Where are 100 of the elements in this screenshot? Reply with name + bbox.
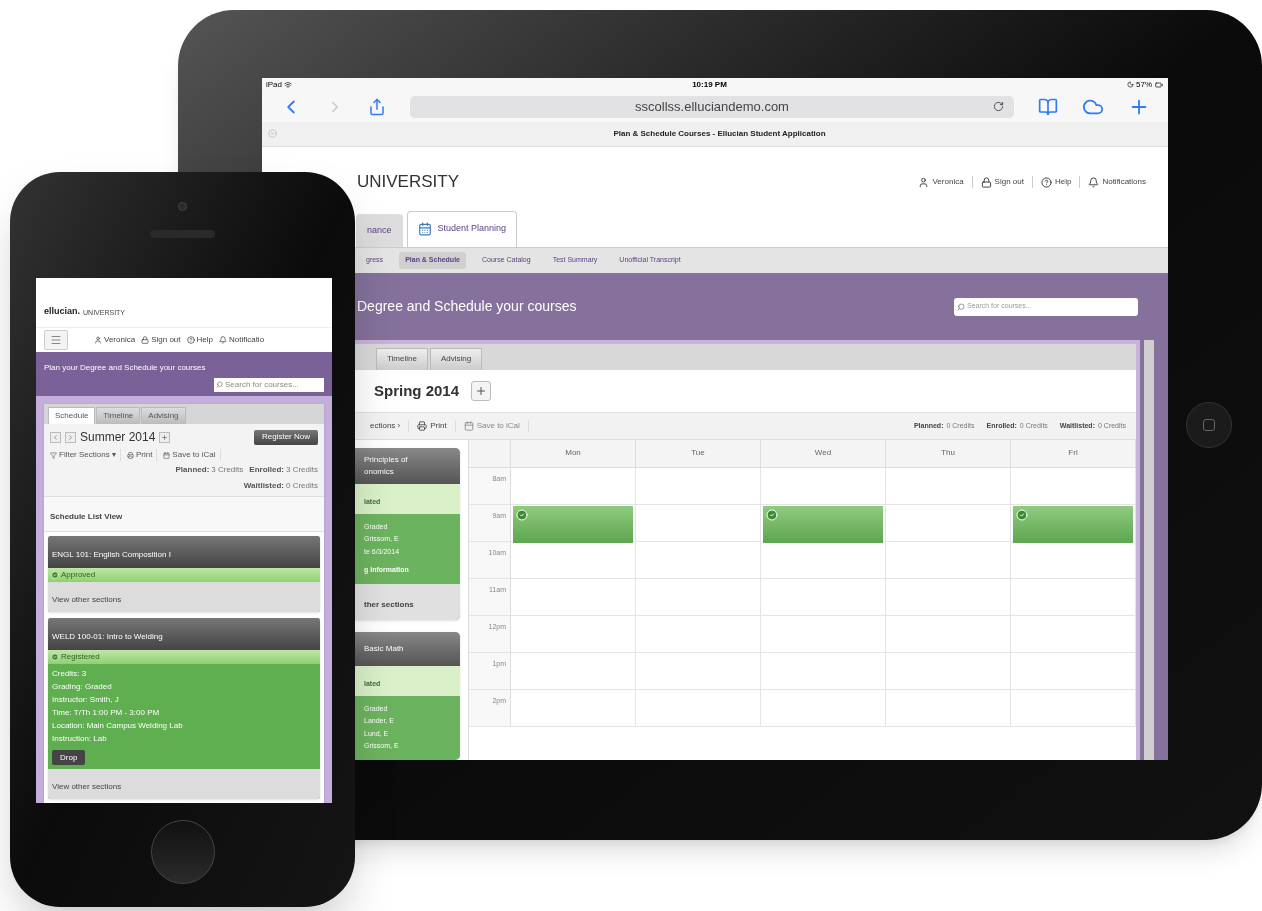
plus-icon: [161, 433, 169, 441]
check-icon: [1016, 509, 1028, 521]
course-detail: Time: T/Th 1:00 PM - 3:00 PM: [52, 707, 161, 719]
term-title: Spring 2014: [374, 380, 460, 401]
credit-value: 3 Credits: [286, 464, 318, 476]
calendar-icon: [163, 451, 171, 459]
credit-value: 0 Credits: [286, 480, 318, 492]
planner-icon: [417, 222, 432, 237]
check-icon: [51, 653, 59, 661]
reload-icon[interactable]: [993, 101, 1004, 113]
user-icon: [918, 176, 930, 188]
bell-icon: [1088, 176, 1100, 188]
view-tab[interactable]: Advising: [429, 348, 483, 370]
square-icon: [1203, 419, 1215, 431]
course-detail: Credits: 3: [52, 668, 88, 680]
course-title: Basic Math: [364, 643, 405, 655]
home-button[interactable]: [1186, 402, 1232, 448]
course-title: Principles of: [364, 454, 409, 466]
toolbar-button[interactable]: Print: [126, 449, 158, 461]
battery-label: 57%: [1136, 78, 1152, 91]
camera-icon: [178, 202, 187, 211]
credit-label: Planned:: [175, 464, 210, 476]
day-header: Tue: [691, 447, 705, 460]
register-button[interactable]: Register Now: [254, 429, 318, 445]
header-link[interactable]: Notificatio: [218, 333, 265, 346]
share-icon[interactable]: [368, 97, 386, 116]
day-header: Thu: [941, 447, 955, 460]
course-title: ENGL 101: English Composition I: [52, 550, 171, 559]
view-tab[interactable]: Advising: [141, 407, 186, 424]
toolbar-button[interactable]: Save to iCal: [163, 449, 221, 461]
next-term-button[interactable]: [65, 431, 76, 443]
moon-icon: [1127, 81, 1134, 89]
header-link[interactable]: Sign out: [980, 176, 1024, 189]
toolbar-button[interactable]: ections ›: [362, 420, 410, 432]
toolbar-button[interactable]: Filter Sections ▾: [50, 449, 121, 461]
view-tab[interactable]: Timeline: [376, 348, 428, 370]
course-status: Registered: [61, 651, 100, 663]
day-header: Wed: [814, 447, 832, 460]
add-term-button[interactable]: [471, 381, 492, 401]
book-icon[interactable]: [1038, 96, 1058, 117]
view-tab[interactable]: Schedule: [48, 407, 96, 424]
battery-icon: [1154, 80, 1164, 89]
credit-value: 3 Credits: [211, 464, 244, 476]
bell-icon: [218, 335, 227, 344]
brand-logo: ellucian.: [44, 305, 80, 319]
header-link[interactable]: Help: [186, 333, 213, 346]
other-sections-link[interactable]: View other sections: [52, 782, 122, 791]
previous-term-button[interactable]: [50, 431, 61, 443]
course-detail: Instructor: Smith, J: [52, 694, 120, 706]
filter-icon: [50, 451, 57, 459]
clock-label: 10:19 PM: [692, 78, 727, 91]
check-icon: [516, 509, 528, 521]
toolbar-button[interactable]: Print: [409, 420, 456, 432]
view-tab[interactable]: Timeline: [96, 407, 141, 424]
header-link[interactable]: Veronica: [94, 333, 136, 346]
drop-button[interactable]: Drop: [52, 750, 86, 765]
module-tab[interactable]: Student Planning: [406, 210, 518, 247]
day-header: Fri: [1068, 447, 1078, 460]
check-icon: [766, 509, 778, 521]
banner-title: Plan your Degree and Schedule your courses: [44, 361, 207, 374]
close-tab-icon[interactable]: [268, 129, 277, 139]
course-detail: Grading: Graded: [52, 681, 113, 693]
course-detail: Instruction: Lab: [52, 733, 108, 745]
add-term-button[interactable]: [159, 431, 171, 443]
search-icon: [216, 381, 223, 389]
chevron-left-icon: [52, 433, 59, 441]
check-icon: [51, 571, 59, 579]
help-icon: [1040, 176, 1052, 188]
term-title: Summer 2014: [80, 429, 156, 446]
wifi-icon: [284, 80, 292, 89]
header-link[interactable]: Help: [1040, 176, 1072, 189]
menu-button[interactable]: [44, 329, 68, 350]
course-detail: Location: Main Campus Welding Lab: [52, 720, 184, 732]
course-status: Approved: [61, 569, 96, 581]
header-link[interactable]: Notifications: [1088, 176, 1146, 189]
lock-icon: [980, 176, 992, 188]
other-sections-link[interactable]: ther sections: [364, 600, 414, 609]
printer-icon: [126, 451, 134, 459]
header-link[interactable]: Veronica: [918, 176, 964, 189]
course-title: WELD 100-01: Intro to Welding: [52, 632, 163, 641]
menu-icon: [49, 333, 63, 346]
banner-title: Degree and Schedule your courses: [357, 297, 577, 317]
lock-icon: [141, 335, 150, 344]
help-icon: [186, 335, 195, 344]
module-tab[interactable]: nance: [356, 213, 403, 247]
user-icon: [94, 335, 102, 344]
calendar-icon: [463, 421, 474, 431]
header-link[interactable]: Sign out: [141, 333, 181, 346]
carrier-label: iPad: [266, 78, 282, 91]
credit-label: Enrolled:: [249, 464, 284, 476]
course-title: onomics: [364, 466, 395, 478]
university-logo: UNIVERSITY: [357, 171, 460, 194]
search-icon: [957, 302, 965, 311]
search-field[interactable]: Search for courses...: [214, 377, 324, 392]
credit-label: Waitlisted:: [243, 480, 284, 492]
day-header: Mon: [565, 447, 581, 460]
plus-icon: [475, 385, 488, 397]
other-sections-link[interactable]: View other sections: [52, 595, 122, 604]
printer-icon: [417, 421, 428, 431]
address-field[interactable]: sscollss.elluciandemo.com: [410, 95, 1014, 118]
